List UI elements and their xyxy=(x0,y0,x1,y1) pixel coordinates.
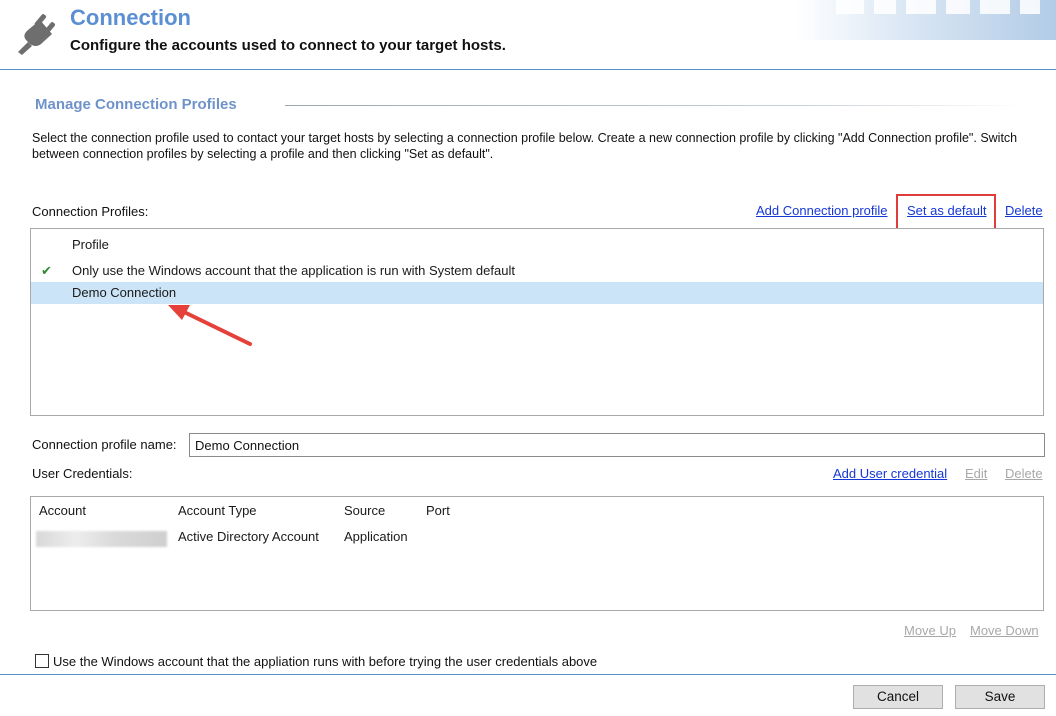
credentials-header-row: Account Account Type Source Port xyxy=(31,500,1043,522)
page-subtitle: Configure the accounts used to connect t… xyxy=(70,37,506,54)
windows-account-checkbox[interactable] xyxy=(35,654,49,668)
delete-credential-link[interactable]: Delete xyxy=(1005,466,1043,481)
connection-profiles-label: Connection Profiles: xyxy=(32,204,149,219)
move-up-link[interactable]: Move Up xyxy=(904,623,956,638)
profile-column-label: Profile xyxy=(72,237,109,252)
source-column-header[interactable]: Source xyxy=(344,500,385,522)
plug-icon xyxy=(18,14,55,55)
add-user-credential-link[interactable]: Add User credential xyxy=(833,466,947,481)
account-column-header[interactable]: Account xyxy=(39,500,86,522)
profiles-column-header: Profile xyxy=(31,234,1043,256)
section-divider xyxy=(285,105,1025,106)
port-column-header[interactable]: Port xyxy=(426,500,450,522)
redacted-account xyxy=(36,531,167,547)
user-credentials-label: User Credentials: xyxy=(32,466,133,481)
credential-row[interactable]: Active Directory Account Application xyxy=(31,526,1043,548)
header-decoration xyxy=(796,0,1056,40)
footer-divider xyxy=(0,674,1056,675)
profile-name-label: Connection profile name: xyxy=(32,437,177,452)
save-button[interactable]: Save xyxy=(955,685,1045,709)
section-description: Select the connection profile used to co… xyxy=(32,131,1018,161)
delete-profile-link[interactable]: Delete xyxy=(1005,203,1043,218)
edit-credential-link[interactable]: Edit xyxy=(965,466,987,481)
set-as-default-highlight xyxy=(896,194,996,230)
profile-name-input[interactable] xyxy=(189,433,1045,457)
windows-account-checkbox-label[interactable]: Use the Windows account that the appliat… xyxy=(53,654,597,669)
profile-row[interactable]: ✔ Only use the Windows account that the … xyxy=(31,260,1043,282)
checkmark-icon: ✔ xyxy=(41,263,52,278)
section-title: Manage Connection Profiles xyxy=(35,96,237,113)
account-type-cell: Active Directory Account xyxy=(178,529,319,544)
account-type-column-header[interactable]: Account Type xyxy=(178,500,257,522)
move-down-link[interactable]: Move Down xyxy=(970,623,1039,638)
page-header: Connection Configure the accounts used t… xyxy=(0,0,1056,70)
source-cell: Application xyxy=(344,529,408,544)
add-connection-profile-link[interactable]: Add Connection profile xyxy=(756,203,888,218)
cancel-button[interactable]: Cancel xyxy=(853,685,943,709)
user-credentials-list[interactable]: Account Account Type Source Port Active … xyxy=(30,496,1044,611)
page-title: Connection xyxy=(70,5,191,30)
red-arrow-annotation xyxy=(168,305,252,346)
profile-name-cell: Only use the Windows account that the ap… xyxy=(72,263,515,278)
